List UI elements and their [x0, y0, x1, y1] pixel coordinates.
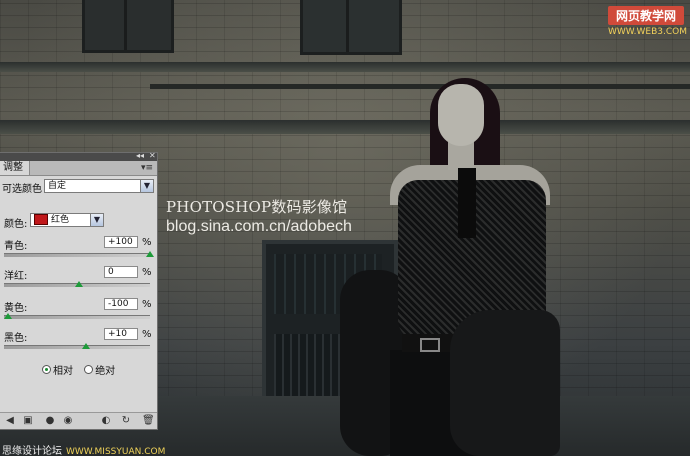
clip-layer-icon[interactable]: ▣ [22, 415, 34, 426]
reset-icon[interactable]: ↻ [120, 415, 132, 426]
panel-bottom-toolbar: ◀ ▣ ● ◉ ◐ ↻ 🗑 [0, 412, 157, 429]
percent-unit: % [142, 299, 152, 310]
credit-text: 思缘设计论坛 [2, 446, 62, 456]
slider-value-input[interactable]: -100 [104, 298, 138, 310]
corner-logo: 网页教学网 WWW.WEB3.COM [608, 6, 688, 37]
radio-relative[interactable] [42, 365, 51, 374]
slider-value-input[interactable]: +10 [104, 328, 138, 340]
slider-label: 青色: [4, 241, 28, 252]
tie [458, 168, 476, 238]
slider-label: 黑色: [4, 333, 28, 344]
chevron-down-icon[interactable]: ▼ [140, 180, 153, 192]
upper-window-right [300, 0, 402, 55]
preset-value: 自定 [48, 181, 67, 191]
radio-absolute-label: 绝对 [95, 366, 116, 377]
credit-url: WWW.MISSYUAN.COM [66, 447, 166, 456]
adjustments-panel: ◂◂ ✕ 调整 ▾≡ 可选颜色 自定 ▼ 颜色: 红色 ▼ 青色: +100% 洋红… [0, 151, 158, 430]
slider-thumb[interactable] [4, 313, 12, 319]
back-arrow-icon[interactable]: ◀ [4, 415, 16, 426]
preset-select[interactable]: 自定 ▼ [44, 179, 154, 193]
radio-relative-label: 相对 [53, 366, 73, 377]
colors-label: 颜色: [4, 219, 28, 230]
slider-value-input[interactable]: 0 [104, 266, 138, 278]
percent-unit: % [142, 237, 152, 248]
delete-icon[interactable]: 🗑 [142, 415, 155, 426]
model-figure [330, 70, 560, 456]
slider-label: 黄色: [4, 303, 28, 314]
fur-coat-right [450, 310, 560, 456]
face [438, 84, 484, 146]
visibility-eye-icon[interactable]: ● [44, 415, 56, 426]
percent-unit: % [142, 329, 152, 340]
panel-tab-row: 调整 ▾≡ [0, 161, 157, 176]
color-select-value: 红色 [51, 215, 70, 225]
color-select[interactable]: 红色 ▼ [30, 213, 104, 227]
slider-track[interactable] [4, 253, 150, 257]
slider-thumb[interactable] [146, 251, 154, 257]
panel-menu-icon[interactable]: ▾≡ [141, 163, 153, 173]
corner-logo-title: 网页教学网 [608, 6, 684, 25]
slider-thumb[interactable] [75, 281, 83, 287]
tab-adjustments[interactable]: 调整 [0, 161, 30, 175]
credit-bar: 思缘设计论坛 WWW.MISSYUAN.COM [0, 442, 262, 456]
slider-label: 洋红: [4, 271, 28, 282]
corner-logo-url: WWW.WEB3.COM [608, 27, 688, 37]
slider-thumb[interactable] [82, 343, 90, 349]
adjustment-name: 可选颜色 [2, 184, 42, 195]
panel-titlebar[interactable]: ◂◂ ✕ [0, 151, 157, 161]
collapse-icon[interactable]: ◂◂ [136, 151, 144, 160]
watermark-title: PHOTOSHOP数码影像馆 [166, 198, 348, 216]
method-radio-group: 相对 绝对 [42, 362, 123, 377]
belt-buckle [420, 338, 440, 352]
slider-track[interactable] [4, 315, 150, 319]
previous-state-icon[interactable]: ◐ [100, 415, 112, 426]
visibility-eye-icon[interactable]: ◉ [62, 415, 74, 426]
chevron-down-icon[interactable]: ▼ [90, 214, 103, 226]
close-icon[interactable]: ✕ [149, 151, 156, 160]
slider-track[interactable] [4, 345, 150, 349]
slider-value-input[interactable]: +100 [104, 236, 138, 248]
upper-window-left [82, 0, 174, 53]
radio-absolute[interactable] [84, 365, 94, 374]
percent-unit: % [142, 267, 152, 278]
color-swatch [34, 214, 48, 225]
watermark-url: blog.sina.com.cn/adobech [166, 218, 352, 235]
